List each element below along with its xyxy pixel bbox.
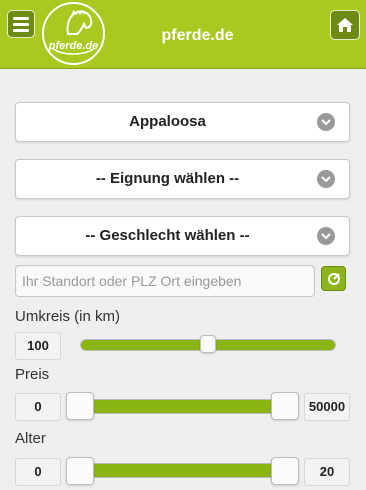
menu-icon-bar <box>13 16 29 20</box>
age-label: Alter <box>15 430 46 447</box>
price-max-value[interactable]: 50000 <box>304 393 350 421</box>
chevron-down-icon <box>317 170 335 188</box>
horse-head-icon <box>51 9 96 55</box>
location-input[interactable]: Ihr Standort oder PLZ Ort eingeben <box>15 265 315 297</box>
radius-slider-handle[interactable] <box>200 335 216 353</box>
price-slider-max-handle[interactable] <box>271 392 299 420</box>
home-icon <box>337 18 353 32</box>
age-slider-fill <box>81 464 284 477</box>
menu-button[interactable] <box>7 10 35 38</box>
chevron-down-icon <box>317 113 335 131</box>
age-slider-max-handle[interactable] <box>271 457 299 485</box>
home-button[interactable] <box>330 10 360 40</box>
suitability-select[interactable]: -- Eignung wählen -- <box>15 159 350 199</box>
price-slider-track[interactable] <box>80 399 285 414</box>
page-title: pferde.de <box>161 27 234 44</box>
price-slider-min-handle[interactable] <box>66 392 94 420</box>
age-min-value[interactable]: 0 <box>15 458 61 486</box>
logo-text: pferde.de <box>48 40 99 52</box>
logo[interactable]: pferde.de <box>42 2 105 65</box>
gender-select-value: -- Geschlecht wählen -- <box>85 227 250 244</box>
price-min-value[interactable]: 0 <box>15 393 61 421</box>
breed-select-value: Appaloosa <box>129 113 206 130</box>
age-slider-min-handle[interactable] <box>66 457 94 485</box>
radius-value[interactable]: 100 <box>15 332 61 360</box>
menu-icon-bar <box>13 28 29 32</box>
suitability-select-value: -- Eignung wählen -- <box>95 170 240 187</box>
gender-select[interactable]: -- Geschlecht wählen -- <box>15 216 350 256</box>
locate-icon <box>327 272 340 285</box>
locate-button[interactable] <box>321 266 346 291</box>
app-header: pferde.de pferde.de <box>0 0 366 69</box>
age-slider-track[interactable] <box>80 463 285 478</box>
radius-label: Umkreis (in km) <box>15 308 120 325</box>
price-slider-fill <box>81 400 284 413</box>
chevron-down-icon <box>317 227 335 245</box>
breed-select[interactable]: Appaloosa <box>15 102 350 142</box>
price-label: Preis <box>15 366 50 383</box>
menu-icon-bar <box>13 22 29 26</box>
age-max-value[interactable]: 20 <box>304 458 350 486</box>
